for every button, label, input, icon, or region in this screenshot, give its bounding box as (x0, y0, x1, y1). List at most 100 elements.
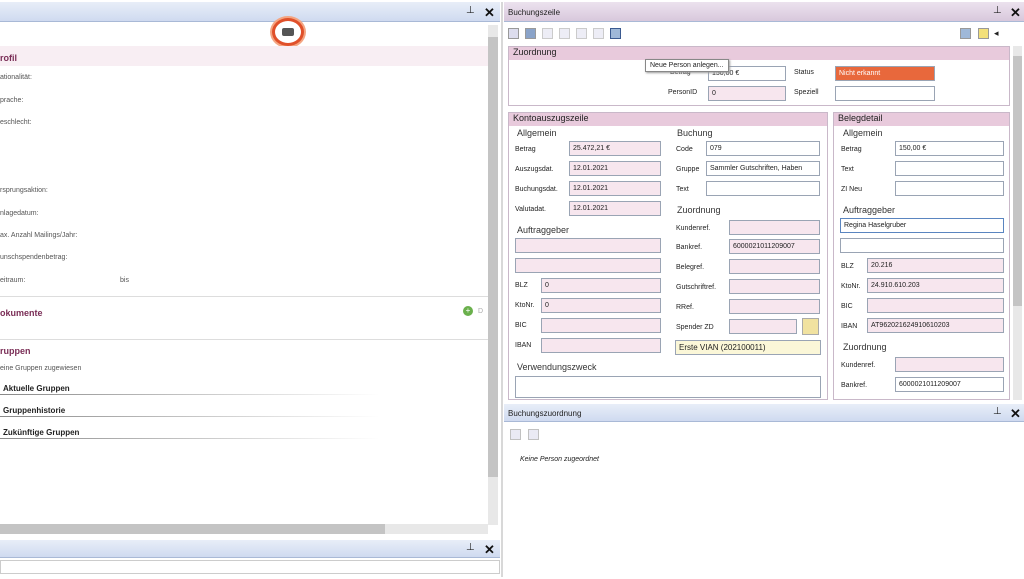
spender-field[interactable] (729, 319, 797, 334)
section-dokumente: okumente (0, 308, 43, 318)
kundenref-field[interactable] (729, 220, 820, 235)
new-person-icon[interactable] (610, 28, 621, 39)
add-icon[interactable]: + (463, 306, 473, 316)
bottom-input[interactable] (0, 560, 500, 574)
pin-icon[interactable]: ⊥ (466, 542, 475, 553)
arrow-icon[interactable]: ◂ (994, 28, 999, 39)
save-icon[interactable] (525, 28, 536, 39)
gutschriftref-label: Gutschriftref. (676, 284, 717, 291)
ktonr-label: KtoNr. (515, 302, 535, 309)
kontoauszug-header: Kontoauszugszeile (509, 113, 827, 126)
delete-icon[interactable] (528, 429, 539, 440)
status-field[interactable]: Nicht erkannt (835, 66, 935, 81)
beleg-text-field[interactable] (895, 161, 1004, 176)
iban-field[interactable] (541, 338, 661, 353)
auszugsdat-field[interactable]: 12.01.2021 (569, 161, 661, 176)
zukuenftige-gruppen[interactable]: Zukünftige Gruppen (3, 428, 79, 437)
beleg-iban-field[interactable]: AT962021624910610203 (867, 318, 1004, 333)
close-icon[interactable]: ✕ (1010, 407, 1021, 420)
spender-label: Spender ZD (676, 324, 714, 331)
auftraggeber-field[interactable] (515, 238, 661, 253)
pencil-icon[interactable] (802, 318, 819, 335)
buchungsdat-field[interactable]: 12.01.2021 (569, 181, 661, 196)
gruppe-field[interactable]: Sammler Gutschriften, Haben (706, 161, 820, 176)
profil-header (0, 46, 488, 66)
divider (0, 394, 380, 395)
beleg-betrag-field[interactable]: 150,00 € (895, 141, 1004, 156)
left-horizontal-scrollbar[interactable] (0, 524, 488, 534)
field-label: eitraum: (0, 277, 26, 284)
zuordnung-heading: Zuordnung (677, 205, 721, 215)
auftraggeber-field[interactable] (515, 258, 661, 273)
buchungsdat-label: Buchungsdat. (515, 186, 558, 193)
gruppenhistorie[interactable]: Gruppenhistorie (3, 406, 65, 415)
right-vertical-scrollbar[interactable] (1013, 46, 1022, 400)
bankref-field[interactable]: 6000021011209007 (729, 239, 820, 254)
gutschriftref-field[interactable] (729, 279, 820, 294)
list-icon[interactable] (593, 28, 604, 39)
verwendungszweck-heading: Verwendungszweck (517, 362, 597, 372)
divider (0, 339, 488, 340)
pin-icon[interactable]: ⊥ (993, 5, 1002, 16)
field-label: eschlecht: (0, 119, 32, 126)
auszugsdat-label: Auszugsdat. (515, 166, 554, 173)
blz-label: BLZ (515, 282, 528, 289)
pin-icon[interactable]: ⊥ (466, 5, 475, 16)
code-label: Code (676, 146, 693, 153)
left-vertical-scrollbar[interactable] (488, 25, 498, 525)
speziell-field[interactable] (835, 86, 935, 101)
left-bottom-titlebar (0, 540, 500, 558)
personid-field[interactable]: 0 (708, 86, 786, 101)
kundenref-label: Kundenref. (676, 225, 711, 232)
status-label: Status (794, 69, 814, 76)
close-icon[interactable]: ✕ (484, 6, 495, 19)
text-label: Text (841, 166, 854, 173)
bic-label: BIC (841, 303, 853, 310)
close-icon[interactable]: ✕ (484, 543, 495, 556)
dokumente-add-label[interactable]: D (478, 308, 483, 315)
record-icon[interactable] (272, 18, 304, 46)
valutadat-field[interactable]: 12.01.2021 (569, 201, 661, 216)
field-label: ationalität: (0, 74, 32, 81)
zineu-field[interactable] (895, 181, 1004, 196)
document-icon[interactable] (508, 28, 519, 39)
copy-icon[interactable] (542, 28, 553, 39)
text-label: Text (676, 186, 689, 193)
paste-icon[interactable] (559, 28, 570, 39)
check-icon[interactable] (978, 28, 989, 39)
betrag-label: Betrag (515, 146, 536, 153)
bic-field[interactable] (541, 318, 661, 333)
aktuelle-gruppen[interactable]: Aktuelle Gruppen (3, 384, 70, 393)
mail-icon[interactable] (960, 28, 971, 39)
auftraggeber-field[interactable] (840, 238, 1004, 253)
rref-field[interactable] (729, 299, 820, 314)
zineu-label: ZI Neu (841, 186, 863, 193)
splitter[interactable] (501, 2, 503, 577)
beleg-bic-field[interactable] (867, 298, 1004, 313)
personid-label: PersonID (668, 89, 698, 96)
field-label: ax. Anzahl Mailings/Jahr: (0, 232, 78, 239)
print-icon[interactable] (576, 28, 587, 39)
no-person-text: Keine Person zugeordnet (520, 456, 599, 463)
allgemein-heading: Allgemein (517, 128, 557, 138)
auftraggeber-name-field[interactable]: Regina Haselgruber (840, 218, 1004, 233)
blz-field[interactable]: 0 (541, 278, 661, 293)
text-field[interactable] (706, 181, 820, 196)
ktonr-label: KtoNr. (841, 283, 861, 290)
left-pane-titlebar (0, 2, 500, 22)
belegref-field[interactable] (729, 259, 820, 274)
beleg-kundenref-field[interactable] (895, 357, 1004, 372)
verwendungszweck-field[interactable] (515, 376, 821, 398)
beleg-bankref-field[interactable]: 6000021011209007 (895, 377, 1004, 392)
pin-icon[interactable]: ⊥ (993, 406, 1002, 417)
beleg-blz-field[interactable]: 20.216 (867, 258, 1004, 273)
konto-betrag-field[interactable]: 25.472,21 € (569, 141, 661, 156)
document-icon[interactable] (510, 429, 521, 440)
panel-title: Buchungszuordnung (508, 409, 582, 418)
close-icon[interactable]: ✕ (1010, 6, 1021, 19)
erste-vian-field[interactable]: Erste VIAN (202100011) (675, 340, 821, 355)
ktonr-field[interactable]: 0 (541, 298, 661, 313)
code-field[interactable]: 079 (706, 141, 820, 156)
beleg-ktonr-field[interactable]: 24.910.610.203 (867, 278, 1004, 293)
auftraggeber-heading: Auftraggeber (517, 225, 570, 235)
